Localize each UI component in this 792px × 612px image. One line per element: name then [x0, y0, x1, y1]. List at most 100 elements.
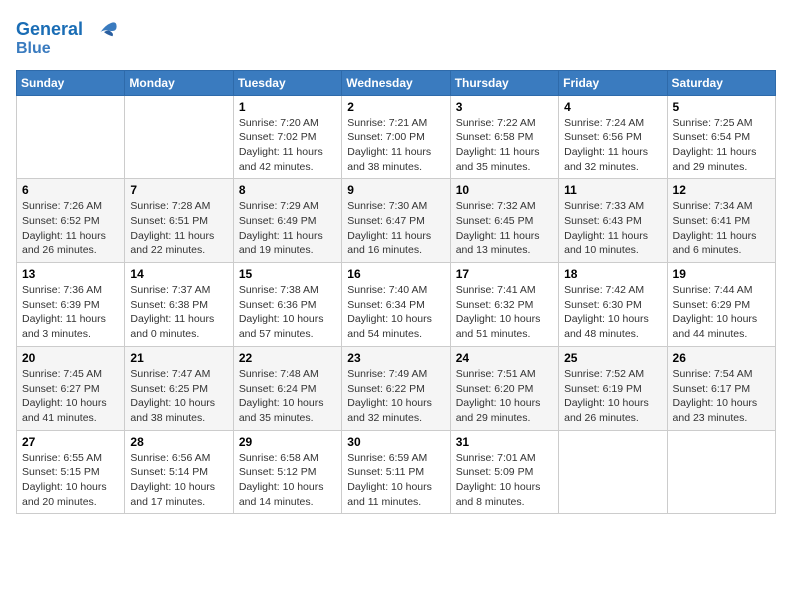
- calendar-cell: 7 Sunrise: 7:28 AM Sunset: 6:51 PM Daylig…: [125, 179, 233, 263]
- calendar-cell: 31 Sunrise: 7:01 AM Sunset: 5:09 PM Dayli…: [450, 430, 558, 514]
- calendar-cell: [667, 430, 775, 514]
- day-info: Sunrise: 7:51 AM Sunset: 6:20 PM Dayligh…: [456, 367, 553, 426]
- day-info: Sunrise: 7:25 AM Sunset: 6:54 PM Dayligh…: [673, 116, 770, 175]
- day-info: Sunrise: 7:48 AM Sunset: 6:24 PM Dayligh…: [239, 367, 336, 426]
- calendar-cell: 20 Sunrise: 7:45 AM Sunset: 6:27 PM Dayli…: [17, 346, 125, 430]
- calendar-table: SundayMondayTuesdayWednesdayThursdayFrid…: [16, 70, 776, 515]
- calendar-cell: 4 Sunrise: 7:24 AM Sunset: 6:56 PM Daylig…: [559, 95, 667, 179]
- day-info: Sunrise: 7:22 AM Sunset: 6:58 PM Dayligh…: [456, 116, 553, 175]
- day-info: Sunrise: 6:55 AM Sunset: 5:15 PM Dayligh…: [22, 451, 119, 510]
- calendar-cell: 9Sunrise: 7:30 AM Sunset: 6:47 PM Daylig…: [342, 179, 450, 263]
- day-number: 6: [22, 183, 119, 197]
- calendar-cell: 17 Sunrise: 7:41 AM Sunset: 6:32 PM Dayli…: [450, 263, 558, 347]
- day-number: 10: [456, 183, 553, 197]
- day-number: 16: [347, 267, 444, 281]
- day-info: Sunrise: 7:33 AM Sunset: 6:43 PM Dayligh…: [564, 199, 661, 258]
- day-info: Sunrise: 7:21 AM Sunset: 7:00 PM Dayligh…: [347, 116, 444, 175]
- day-info: Sunrise: 6:59 AM Sunset: 5:11 PM Dayligh…: [347, 451, 444, 510]
- col-header-wednesday: Wednesday: [342, 70, 450, 95]
- day-info: Sunrise: 7:37 AM Sunset: 6:38 PM Dayligh…: [130, 283, 227, 342]
- calendar-cell: 12 Sunrise: 7:34 AM Sunset: 6:41 PM Dayli…: [667, 179, 775, 263]
- calendar-cell: 5 Sunrise: 7:25 AM Sunset: 6:54 PM Daylig…: [667, 95, 775, 179]
- day-info: Sunrise: 7:28 AM Sunset: 6:51 PM Dayligh…: [130, 199, 227, 258]
- day-info: Sunrise: 6:58 AM Sunset: 5:12 PM Dayligh…: [239, 451, 336, 510]
- day-number: 27: [22, 435, 119, 449]
- calendar-cell: 21 Sunrise: 7:47 AM Sunset: 6:25 PM Dayli…: [125, 346, 233, 430]
- day-number: 29: [239, 435, 336, 449]
- calendar-cell: 19 Sunrise: 7:44 AM Sunset: 6:29 PM Dayli…: [667, 263, 775, 347]
- calendar-cell: [559, 430, 667, 514]
- calendar-cell: 10 Sunrise: 7:32 AM Sunset: 6:45 PM Dayli…: [450, 179, 558, 263]
- day-number: 26: [673, 351, 770, 365]
- day-number: 11: [564, 183, 661, 197]
- col-header-monday: Monday: [125, 70, 233, 95]
- calendar-cell: 23 Sunrise: 7:49 AM Sunset: 6:22 PM Dayli…: [342, 346, 450, 430]
- day-info: Sunrise: 7:41 AM Sunset: 6:32 PM Dayligh…: [456, 283, 553, 342]
- day-number: 21: [130, 351, 227, 365]
- day-number: 5: [673, 100, 770, 114]
- calendar-cell: 25 Sunrise: 7:52 AM Sunset: 6:19 PM Dayli…: [559, 346, 667, 430]
- day-info: Sunrise: 7:49 AM Sunset: 6:22 PM Dayligh…: [347, 367, 444, 426]
- calendar-cell: 22 Sunrise: 7:48 AM Sunset: 6:24 PM Dayli…: [233, 346, 341, 430]
- day-number: 17: [456, 267, 553, 281]
- calendar-cell: 3 Sunrise: 7:22 AM Sunset: 6:58 PM Daylig…: [450, 95, 558, 179]
- day-info: Sunrise: 7:44 AM Sunset: 6:29 PM Dayligh…: [673, 283, 770, 342]
- calendar-cell: 24 Sunrise: 7:51 AM Sunset: 6:20 PM Dayli…: [450, 346, 558, 430]
- calendar-cell: 29 Sunrise: 6:58 AM Sunset: 5:12 PM Dayli…: [233, 430, 341, 514]
- day-number: 22: [239, 351, 336, 365]
- calendar-cell: 15 Sunrise: 7:38 AM Sunset: 6:36 PM Dayli…: [233, 263, 341, 347]
- day-info: Sunrise: 7:52 AM Sunset: 6:19 PM Dayligh…: [564, 367, 661, 426]
- calendar-cell: [125, 95, 233, 179]
- day-info: Sunrise: 7:47 AM Sunset: 6:25 PM Dayligh…: [130, 367, 227, 426]
- day-number: 8: [239, 183, 336, 197]
- calendar-cell: 28 Sunrise: 6:56 AM Sunset: 5:14 PM Dayli…: [125, 430, 233, 514]
- day-number: 2: [347, 100, 444, 114]
- day-info: Sunrise: 7:24 AM Sunset: 6:56 PM Dayligh…: [564, 116, 661, 175]
- calendar-cell: 18 Sunrise: 7:42 AM Sunset: 6:30 PM Dayli…: [559, 263, 667, 347]
- page-header: General Blue: [16, 16, 776, 58]
- calendar-cell: 13 Sunrise: 7:36 AM Sunset: 6:39 PM Dayli…: [17, 263, 125, 347]
- col-header-friday: Friday: [559, 70, 667, 95]
- calendar-cell: [17, 95, 125, 179]
- col-header-thursday: Thursday: [450, 70, 558, 95]
- day-info: Sunrise: 7:26 AM Sunset: 6:52 PM Dayligh…: [22, 199, 119, 258]
- day-info: Sunrise: 7:42 AM Sunset: 6:30 PM Dayligh…: [564, 283, 661, 342]
- calendar-cell: 26 Sunrise: 7:54 AM Sunset: 6:17 PM Dayli…: [667, 346, 775, 430]
- day-number: 28: [130, 435, 227, 449]
- day-number: 18: [564, 267, 661, 281]
- day-info: Sunrise: 7:29 AM Sunset: 6:49 PM Dayligh…: [239, 199, 336, 258]
- day-info: Sunrise: 7:20 AM Sunset: 7:02 PM Dayligh…: [239, 116, 336, 175]
- day-number: 31: [456, 435, 553, 449]
- calendar-cell: 16 Sunrise: 7:40 AM Sunset: 6:34 PM Dayli…: [342, 263, 450, 347]
- calendar-cell: 6 Sunrise: 7:26 AM Sunset: 6:52 PM Daylig…: [17, 179, 125, 263]
- day-number: 24: [456, 351, 553, 365]
- day-info: Sunrise: 7:36 AM Sunset: 6:39 PM Dayligh…: [22, 283, 119, 342]
- day-number: 13: [22, 267, 119, 281]
- day-number: 7: [130, 183, 227, 197]
- day-number: 15: [239, 267, 336, 281]
- day-number: 3: [456, 100, 553, 114]
- day-number: 20: [22, 351, 119, 365]
- logo: General Blue: [16, 16, 118, 58]
- day-info: Sunrise: 7:45 AM Sunset: 6:27 PM Dayligh…: [22, 367, 119, 426]
- day-number: 23: [347, 351, 444, 365]
- calendar-cell: 30Sunrise: 6:59 AM Sunset: 5:11 PM Dayli…: [342, 430, 450, 514]
- day-number: 25: [564, 351, 661, 365]
- day-info: Sunrise: 7:32 AM Sunset: 6:45 PM Dayligh…: [456, 199, 553, 258]
- day-info: Sunrise: 7:34 AM Sunset: 6:41 PM Dayligh…: [673, 199, 770, 258]
- day-info: Sunrise: 7:38 AM Sunset: 6:36 PM Dayligh…: [239, 283, 336, 342]
- day-number: 1: [239, 100, 336, 114]
- day-info: Sunrise: 6:56 AM Sunset: 5:14 PM Dayligh…: [130, 451, 227, 510]
- day-number: 12: [673, 183, 770, 197]
- calendar-cell: 27 Sunrise: 6:55 AM Sunset: 5:15 PM Dayli…: [17, 430, 125, 514]
- col-header-sunday: Sunday: [17, 70, 125, 95]
- day-info: Sunrise: 7:54 AM Sunset: 6:17 PM Dayligh…: [673, 367, 770, 426]
- calendar-cell: 11 Sunrise: 7:33 AM Sunset: 6:43 PM Dayli…: [559, 179, 667, 263]
- day-number: 19: [673, 267, 770, 281]
- day-number: 9: [347, 183, 444, 197]
- day-number: 4: [564, 100, 661, 114]
- calendar-cell: 1 Sunrise: 7:20 AM Sunset: 7:02 PM Daylig…: [233, 95, 341, 179]
- col-header-tuesday: Tuesday: [233, 70, 341, 95]
- day-info: Sunrise: 7:01 AM Sunset: 5:09 PM Dayligh…: [456, 451, 553, 510]
- day-info: Sunrise: 7:40 AM Sunset: 6:34 PM Dayligh…: [347, 283, 444, 342]
